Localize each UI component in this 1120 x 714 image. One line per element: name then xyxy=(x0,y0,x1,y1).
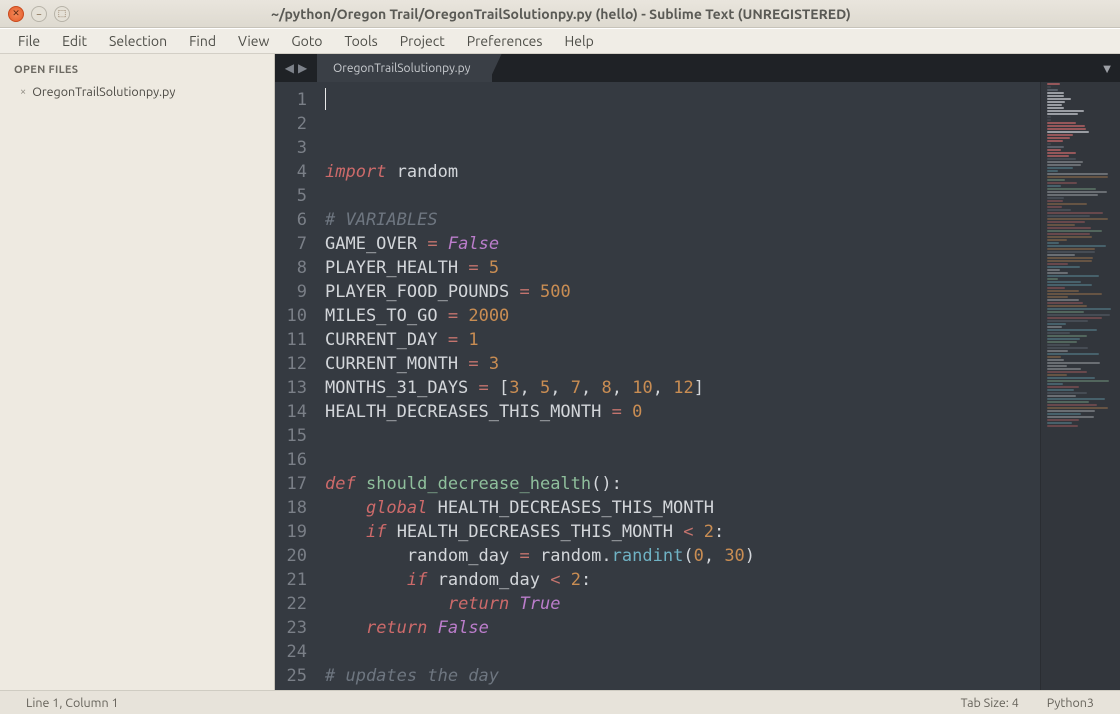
line-number: 2 xyxy=(275,112,307,136)
line-number: 12 xyxy=(275,352,307,376)
sidebar-header: OPEN FILES xyxy=(0,60,274,82)
menu-selection[interactable]: Selection xyxy=(99,30,177,52)
line-number: 24 xyxy=(275,640,307,664)
line-number: 7 xyxy=(275,232,307,256)
code-line[interactable] xyxy=(325,640,1040,664)
line-number: 20 xyxy=(275,544,307,568)
line-number: 14 xyxy=(275,400,307,424)
code-content[interactable]: import random # VARIABLESGAME_OVER = Fal… xyxy=(315,82,1040,690)
line-number: 6 xyxy=(275,208,307,232)
line-number: 1 xyxy=(275,88,307,112)
tab-history-nav[interactable]: ◀ ▶ xyxy=(275,54,317,82)
code-line[interactable]: PLAYER_HEALTH = 5 xyxy=(325,256,1040,280)
nav-back-icon[interactable]: ◀ xyxy=(285,61,294,75)
code-line[interactable]: return True xyxy=(325,592,1040,616)
line-number: 11 xyxy=(275,328,307,352)
titlebar: ✕ – ⬚ ~/python/Oregon Trail/OregonTrailS… xyxy=(0,0,1120,28)
status-syntax[interactable]: Python3 xyxy=(1033,696,1108,710)
line-number: 13 xyxy=(275,376,307,400)
window-minimize-button[interactable]: – xyxy=(31,6,47,22)
code-line[interactable]: if random_day < 2: xyxy=(325,568,1040,592)
code-line[interactable]: PLAYER_FOOD_POUNDS = 500 xyxy=(325,280,1040,304)
tab-bar: ◀ ▶ OregonTrailSolutionpy.py ▼ xyxy=(275,54,1120,82)
code-line[interactable]: # VARIABLES xyxy=(325,208,1040,232)
line-number: 18 xyxy=(275,496,307,520)
line-number: 15 xyxy=(275,424,307,448)
editor-area: ◀ ▶ OregonTrailSolutionpy.py ▼ 123456789… xyxy=(275,54,1120,690)
text-cursor xyxy=(325,88,326,110)
line-number: 9 xyxy=(275,280,307,304)
window-maximize-button[interactable]: ⬚ xyxy=(54,6,70,22)
line-number: 5 xyxy=(275,184,307,208)
line-number: 25 xyxy=(275,664,307,688)
code-line[interactable]: # updates the day xyxy=(325,664,1040,688)
code-pane[interactable]: 1234567891011121314151617181920212223242… xyxy=(275,82,1120,690)
line-number: 8 xyxy=(275,256,307,280)
menu-goto[interactable]: Goto xyxy=(281,30,332,52)
menu-view[interactable]: View xyxy=(228,30,279,52)
line-number: 4 xyxy=(275,160,307,184)
code-line[interactable]: HEALTH_DECREASES_THIS_MONTH = 0 xyxy=(325,400,1040,424)
close-file-icon[interactable]: × xyxy=(20,86,26,98)
line-number: 23 xyxy=(275,616,307,640)
tab-overflow-button[interactable]: ▼ xyxy=(1094,54,1120,82)
minimap[interactable] xyxy=(1040,82,1120,690)
menu-edit[interactable]: Edit xyxy=(52,30,97,52)
line-number: 19 xyxy=(275,520,307,544)
code-line[interactable] xyxy=(325,448,1040,472)
menu-file[interactable]: File xyxy=(8,30,50,52)
code-line[interactable]: return False xyxy=(325,616,1040,640)
statusbar: Line 1, Column 1 Tab Size: 4 Python3 xyxy=(0,690,1120,714)
main-area: OPEN FILES × OregonTrailSolutionpy.py ◀ … xyxy=(0,54,1120,690)
window-title: ~/python/Oregon Trail/OregonTrailSolutio… xyxy=(70,6,1052,22)
line-number: 22 xyxy=(275,592,307,616)
code-line[interactable]: GAME_OVER = False xyxy=(325,232,1040,256)
code-line[interactable]: import random xyxy=(325,160,1040,184)
sidebar-item-label: OregonTrailSolutionpy.py xyxy=(32,85,175,99)
menu-help[interactable]: Help xyxy=(554,30,603,52)
tab-label: OregonTrailSolutionpy.py xyxy=(333,62,470,75)
gutter: 1234567891011121314151617181920212223242… xyxy=(275,82,315,690)
line-number: 10 xyxy=(275,304,307,328)
line-number: 17 xyxy=(275,472,307,496)
code-line[interactable]: global HEALTH_DECREASES_THIS_MONTH xyxy=(325,496,1040,520)
code-line[interactable]: random_day = random.randint(0, 30) xyxy=(325,544,1040,568)
status-position[interactable]: Line 1, Column 1 xyxy=(12,696,133,710)
line-number: 3 xyxy=(275,136,307,160)
code-line[interactable] xyxy=(325,184,1040,208)
line-number: 16 xyxy=(275,448,307,472)
code-line[interactable]: def should_decrease_health(): xyxy=(325,472,1040,496)
code-line[interactable]: MONTHS_31_DAYS = [3, 5, 7, 8, 10, 12] xyxy=(325,376,1040,400)
line-number: 21 xyxy=(275,568,307,592)
sidebar-item-open-file[interactable]: × OregonTrailSolutionpy.py xyxy=(0,82,274,102)
nav-forward-icon[interactable]: ▶ xyxy=(298,61,307,75)
tab-file[interactable]: OregonTrailSolutionpy.py xyxy=(317,54,493,82)
sidebar: OPEN FILES × OregonTrailSolutionpy.py xyxy=(0,54,275,690)
code-line[interactable]: CURRENT_MONTH = 3 xyxy=(325,352,1040,376)
code-line[interactable]: MILES_TO_GO = 2000 xyxy=(325,304,1040,328)
code-line[interactable]: CURRENT_DAY = 1 xyxy=(325,328,1040,352)
menubar: File Edit Selection Find View Goto Tools… xyxy=(0,28,1120,54)
code-line[interactable] xyxy=(325,424,1040,448)
menu-preferences[interactable]: Preferences xyxy=(457,30,553,52)
window-close-button[interactable]: ✕ xyxy=(8,6,24,22)
menu-find[interactable]: Find xyxy=(179,30,226,52)
code-line[interactable]: def add_day(): xyxy=(325,688,1040,690)
menu-tools[interactable]: Tools xyxy=(335,30,388,52)
window-controls: ✕ – ⬚ xyxy=(8,6,70,22)
status-tab-size[interactable]: Tab Size: 4 xyxy=(947,696,1033,710)
menu-project[interactable]: Project xyxy=(390,30,455,52)
code-line[interactable]: if HEALTH_DECREASES_THIS_MONTH < 2: xyxy=(325,520,1040,544)
